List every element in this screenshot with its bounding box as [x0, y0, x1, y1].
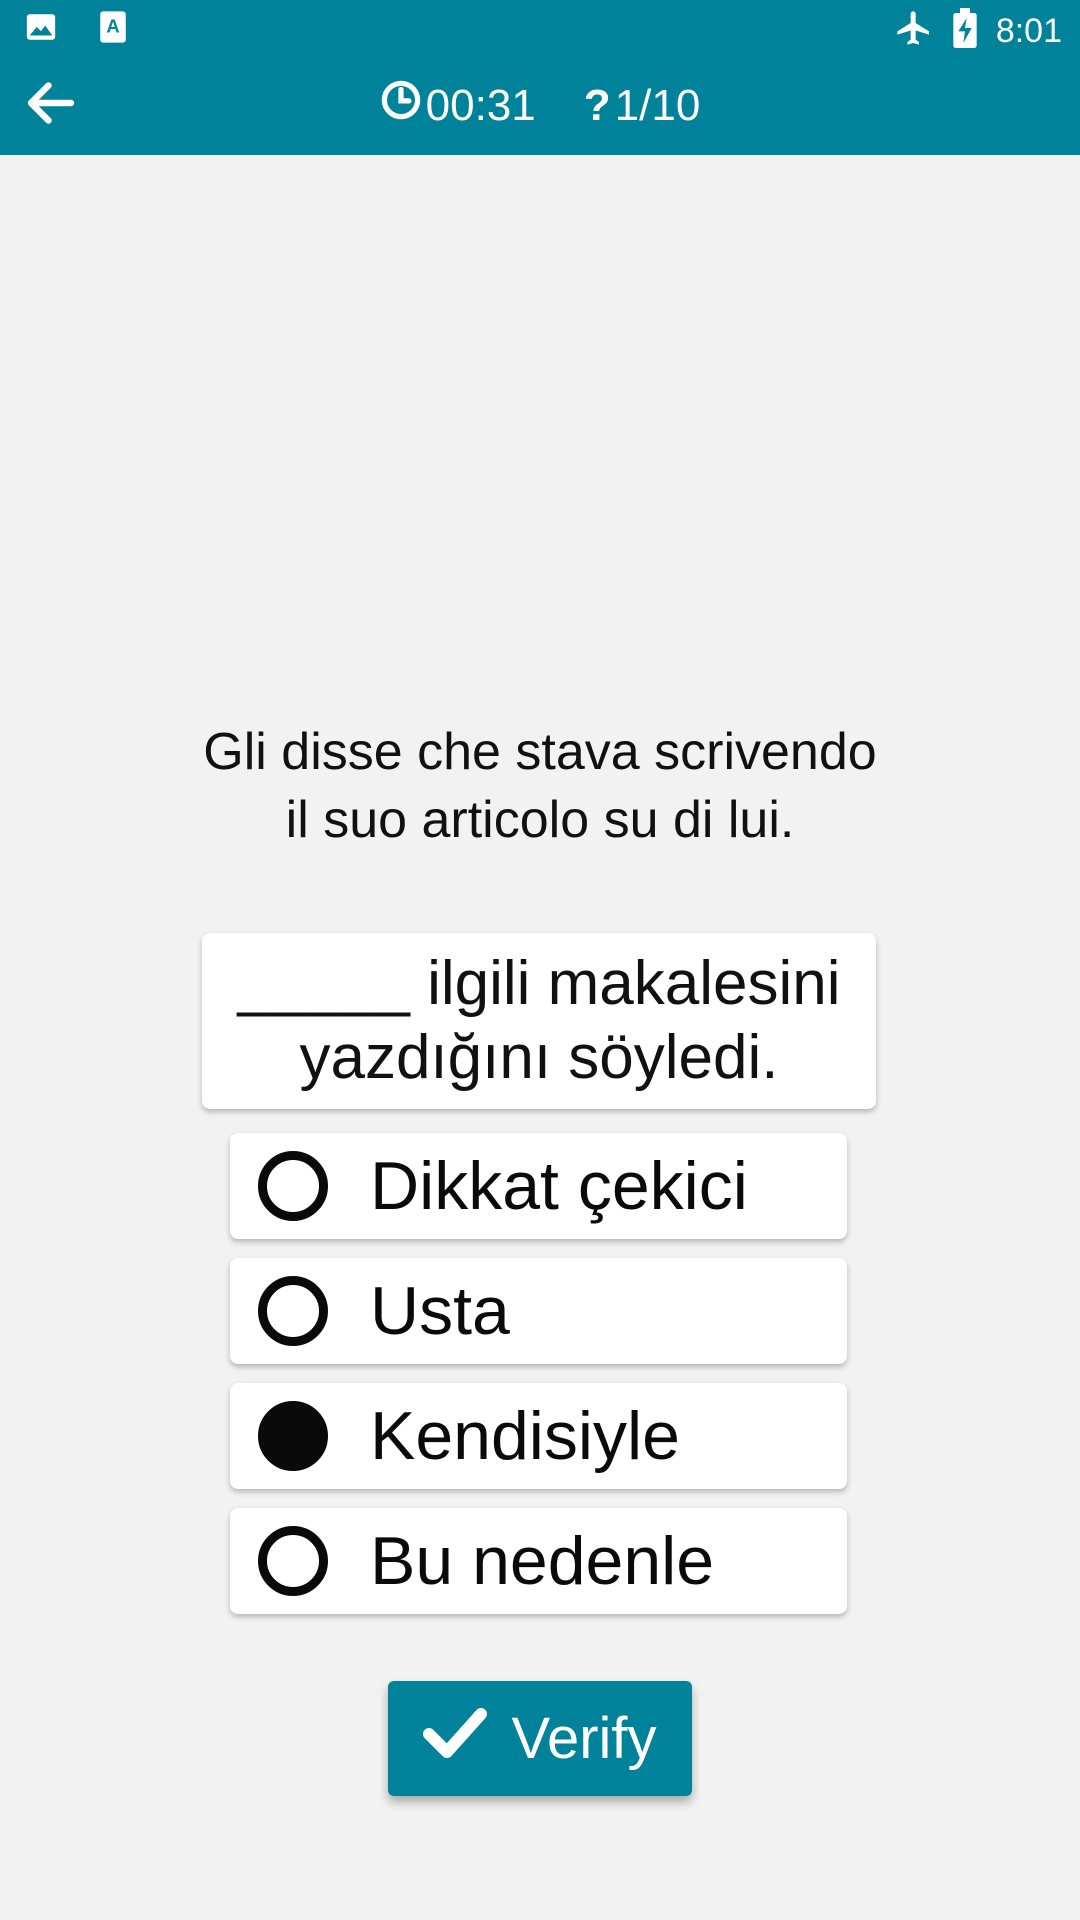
option-label: Dikkat çekici	[370, 1148, 748, 1224]
app-bar: 00:31 ? 1/10	[0, 56, 1080, 155]
answer-blank: _____	[237, 949, 410, 1018]
timer-value: 00:31	[425, 80, 536, 130]
option-dikkat-cekici[interactable]: Dikkat çekici	[230, 1133, 847, 1239]
image-icon	[24, 10, 58, 49]
airplane-icon	[894, 8, 934, 53]
status-time: 8:01	[995, 11, 1062, 50]
options-list: Dikkat çekici Usta Kendisiyle Bu nedenle	[230, 1133, 847, 1633]
question-icon: ?	[583, 80, 611, 130]
option-label: Bu nedenle	[370, 1523, 715, 1599]
option-kendisiyle[interactable]: Kendisiyle	[230, 1383, 847, 1489]
option-label: Kendisiyle	[370, 1398, 680, 1474]
arrow-left-icon	[21, 73, 81, 138]
top-bar: A 8:01 00:31 ? 1/10	[0, 0, 1080, 155]
clock-icon	[380, 79, 422, 132]
svg-text:A: A	[106, 16, 119, 37]
quiz-info: 00:31 ? 1/10	[0, 56, 1080, 155]
option-usta[interactable]: Usta	[230, 1258, 847, 1364]
radio-button[interactable]	[258, 1526, 328, 1596]
battery-charging-icon	[952, 8, 978, 53]
status-right: 8:01	[894, 8, 1062, 53]
progress: ? 1/10	[584, 81, 701, 131]
quiz-screen: A 8:01 00:31 ? 1/10 Gli disse che stava …	[0, 0, 1080, 1920]
option-bu-nedenle[interactable]: Bu nedenle	[230, 1508, 847, 1614]
back-button[interactable]	[16, 70, 86, 140]
timer: 00:31	[380, 79, 536, 132]
option-label: Usta	[370, 1273, 510, 1349]
radio-button-selected[interactable]	[258, 1401, 328, 1471]
question-text: Gli disse che stava scrivendo il suo art…	[203, 723, 877, 849]
status-bar: A 8:01	[0, 0, 1080, 56]
radio-button[interactable]	[258, 1276, 328, 1346]
answer-sentence: _____ ilgili makalesini yazdığını söyled…	[202, 933, 876, 1109]
checkmark-icon	[423, 1704, 488, 1774]
text-a-icon: A	[98, 10, 128, 49]
progress-value: 1/10	[614, 80, 701, 130]
verify-button[interactable]: Verify	[388, 1681, 692, 1796]
status-left-icons: A	[24, 10, 128, 49]
verify-label: Verify	[511, 1706, 657, 1771]
radio-button[interactable]	[258, 1151, 328, 1221]
